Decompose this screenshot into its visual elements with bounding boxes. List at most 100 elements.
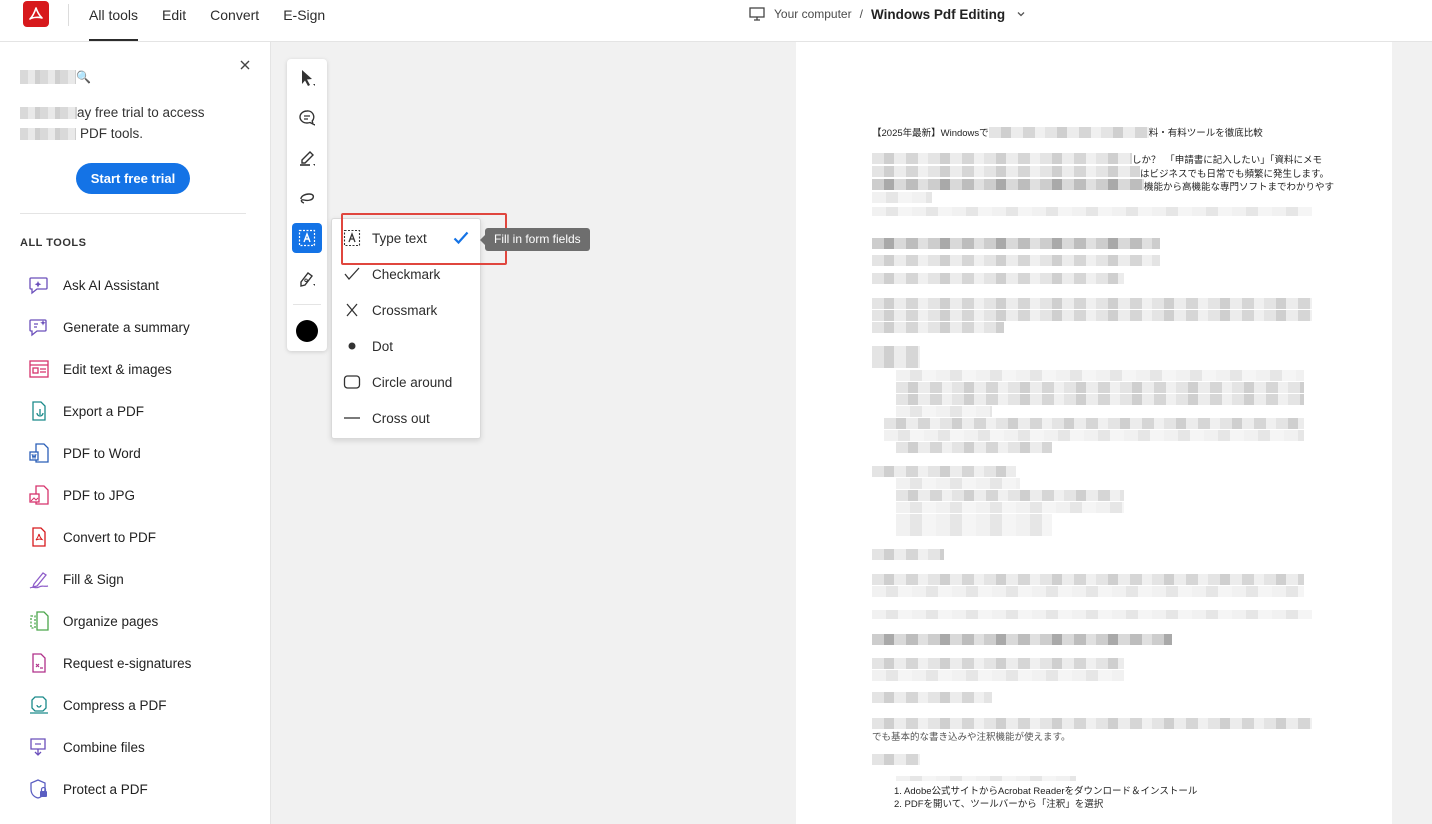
- sign-tool-button[interactable]: [292, 263, 322, 293]
- nav-e-sign[interactable]: E-Sign: [283, 0, 325, 42]
- all-tools-heading: ALL TOOLS: [20, 237, 87, 249]
- menu-item-label: Cross out: [372, 410, 430, 426]
- redacted-text: [872, 610, 1312, 619]
- redacted-text: [872, 179, 1144, 190]
- tool-pdf-to-word[interactable]: PDF to Word: [28, 432, 191, 474]
- location-label[interactable]: Your computer: [774, 7, 852, 21]
- cross-out-icon: [344, 417, 360, 419]
- tool-pdf-to-jpg[interactable]: PDF to JPG: [28, 474, 191, 516]
- doc-title-end: 料・有料ツールを徹底比較: [1148, 128, 1263, 139]
- tool-generate-summary[interactable]: Generate a summary: [28, 306, 191, 348]
- redacted-text: [872, 634, 1172, 645]
- menu-item-circle-around[interactable]: Circle around: [332, 364, 480, 400]
- chevron-down-icon[interactable]: [1015, 8, 1027, 20]
- redacted-text: [896, 442, 1052, 453]
- redacted-text: [872, 322, 1004, 333]
- doc-title-start: 【2025年最新】Windowsで: [872, 128, 989, 139]
- tool-label: Export a PDF: [63, 403, 145, 419]
- tool-fill-sign[interactable]: Fill & Sign: [28, 558, 191, 600]
- tool-protect-pdf[interactable]: Protect a PDF: [28, 768, 191, 810]
- menu-item-cross-out[interactable]: Cross out: [332, 400, 480, 436]
- pen-sign-icon: [300, 272, 315, 287]
- start-free-trial-button[interactable]: Start free trial: [76, 163, 190, 194]
- redacted-text: [872, 192, 932, 203]
- summary-icon: [29, 319, 47, 337]
- tool-organize-pages[interactable]: Organize pages: [28, 600, 191, 642]
- export-pdf-icon: [32, 401, 46, 421]
- menu-item-crossmark[interactable]: Crossmark: [332, 292, 480, 328]
- combine-files-icon: [30, 738, 46, 756]
- menu-item-dot[interactable]: Dot: [332, 328, 480, 364]
- comment-tool-button[interactable]: [292, 103, 322, 133]
- crossmark-icon: [346, 303, 358, 317]
- doc-line: しか？ 「申請書に記入したい」「資料にメモ: [1132, 155, 1323, 166]
- tool-list: Ask AI Assistant Generate a summary Edit…: [28, 264, 191, 810]
- ai-assistant-icon: [29, 277, 48, 295]
- tool-label: Convert to PDF: [63, 529, 157, 545]
- pdf-to-word-icon: [29, 443, 49, 463]
- file-name[interactable]: Windows Pdf Editing: [871, 7, 1005, 22]
- dot-icon: [348, 342, 356, 350]
- redacted-text: [872, 207, 1312, 216]
- redacted-text: [896, 502, 1124, 513]
- doc-line: はビジネスでも日常でも頻繁に発生します。: [1140, 169, 1330, 180]
- lasso-icon: [300, 193, 315, 204]
- redacted-text: [896, 370, 1304, 381]
- tool-combine-files[interactable]: Combine files: [28, 726, 191, 768]
- selected-check-icon: [453, 231, 469, 245]
- tool-edit-text-images[interactable]: Edit text & images: [28, 348, 191, 390]
- redacted-text: [872, 273, 1124, 284]
- tool-label: Request e-signatures: [63, 655, 192, 671]
- breadcrumb-separator: /: [859, 7, 863, 21]
- tool-ask-ai-assistant[interactable]: Ask AI Assistant: [28, 264, 191, 306]
- redacted-text: [872, 255, 1160, 266]
- breadcrumb: Your computer / Windows Pdf Editing: [749, 6, 1036, 22]
- tool-compress-pdf[interactable]: Compress a PDF: [28, 684, 191, 726]
- panel-divider: [20, 213, 246, 214]
- close-icon[interactable]: [238, 58, 252, 72]
- redacted-text: [872, 166, 1140, 177]
- tool-label: Edit text & images: [63, 361, 172, 377]
- annotation-toolbar: [287, 59, 327, 351]
- tool-request-esignatures[interactable]: Request e-signatures: [28, 642, 191, 684]
- doc-title: 【2025年最新】Windowsで 料・有料ツールを徹底比較: [872, 125, 1263, 139]
- redacted-text: [896, 490, 1124, 501]
- pdf-page[interactable]: 【2025年最新】Windowsで 料・有料ツールを徹底比較 しか？ 「申請書に記…: [796, 42, 1392, 824]
- fill-form-tool-button[interactable]: [292, 223, 322, 253]
- promo-line-2: PDF tools.: [80, 126, 144, 141]
- menu-item-checkmark[interactable]: Checkmark: [332, 256, 480, 292]
- doc-line: でも基本的な書き込みや注釈機能が使えます。: [872, 732, 1071, 743]
- nav-all-tools[interactable]: All tools: [89, 0, 139, 42]
- acrobat-logo-icon[interactable]: [23, 1, 49, 27]
- tool-label: Ask AI Assistant: [63, 277, 160, 293]
- highlight-tool-button[interactable]: [292, 143, 322, 173]
- nav-edit[interactable]: Edit: [162, 0, 186, 42]
- doc-line: 機能から高機能な専門ソフトまでわかりやす: [1144, 182, 1335, 193]
- menu-item-label: Type text: [372, 230, 427, 246]
- color-swatch[interactable]: [296, 320, 318, 342]
- redacted-text: [872, 718, 1312, 729]
- tooltip: Fill in form fields: [480, 228, 590, 251]
- redacted-text: [872, 346, 920, 368]
- redacted-text: [872, 153, 1132, 164]
- tool-label: PDF to Word: [63, 445, 141, 461]
- tool-export-pdf[interactable]: Export a PDF: [28, 390, 191, 432]
- menu-item-type-text[interactable]: Type text: [332, 220, 480, 256]
- tool-label: Protect a PDF: [63, 781, 148, 797]
- select-tool-button[interactable]: [292, 63, 322, 93]
- draw-tool-button[interactable]: [292, 183, 322, 213]
- tool-label: Generate a summary: [63, 319, 190, 335]
- doc-step-2: 2. PDFを開いて、ツールバーから「注釈」を選択: [894, 799, 1104, 810]
- tool-convert-to-pdf[interactable]: Convert to PDF: [28, 516, 191, 558]
- tool-label: Combine files: [63, 739, 145, 755]
- tool-label: Fill & Sign: [63, 571, 124, 587]
- fill-sign-icon: [29, 572, 49, 589]
- main-nav: All tools Edit Convert E-Sign: [89, 0, 349, 42]
- top-divider: [68, 4, 69, 26]
- nav-convert[interactable]: Convert: [210, 0, 259, 42]
- menu-item-label: Crossmark: [372, 302, 438, 318]
- computer-icon: [749, 7, 765, 21]
- doc-step-1: 1. Adobe公式サイトからAcrobat Readerをダウンロード＆インス…: [894, 786, 1198, 797]
- redacted-text: [20, 128, 76, 141]
- comment-icon: [299, 110, 315, 126]
